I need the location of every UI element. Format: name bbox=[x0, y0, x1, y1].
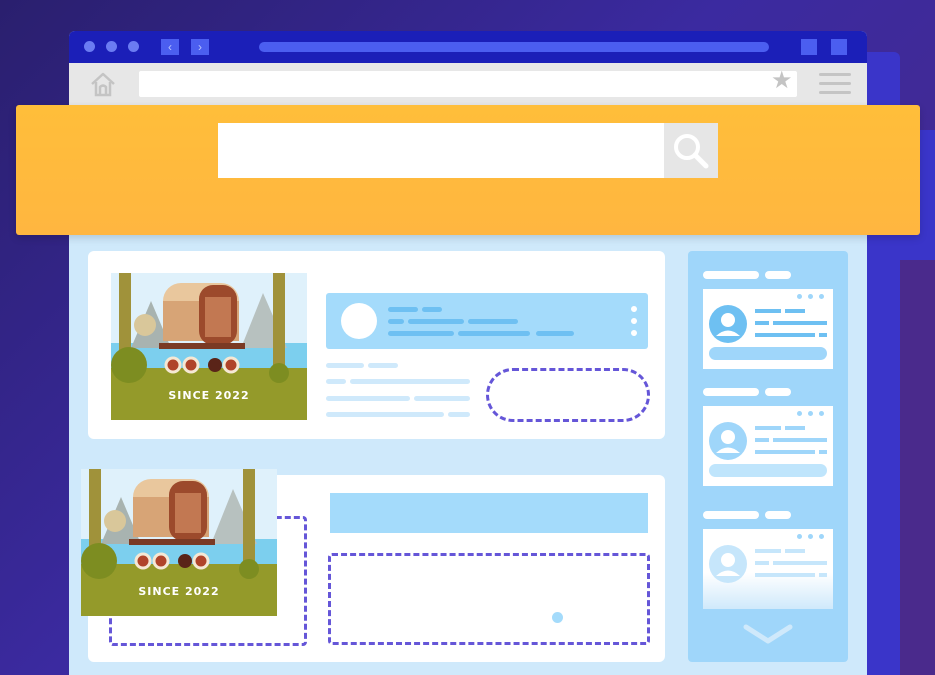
wagon-photo: SINCE 2022 bbox=[81, 469, 277, 616]
user-avatar-icon bbox=[709, 422, 747, 460]
url-field[interactable] bbox=[139, 71, 797, 97]
profile-bar bbox=[326, 293, 648, 349]
text-line bbox=[326, 412, 444, 417]
text-line bbox=[458, 331, 530, 336]
text-line bbox=[448, 412, 470, 417]
title-bar: ‹ › bbox=[69, 31, 867, 63]
address-bar: ★ bbox=[69, 63, 867, 105]
heading-bar bbox=[330, 493, 648, 533]
text-line bbox=[388, 307, 418, 312]
sidebar-heading bbox=[765, 511, 791, 519]
photo-caption: SINCE 2022 bbox=[168, 389, 250, 402]
user-card[interactable] bbox=[703, 406, 833, 486]
search-banner bbox=[16, 105, 920, 235]
tab-bar-pill bbox=[259, 42, 769, 52]
more-icon-dot bbox=[631, 330, 637, 336]
menu-icon[interactable] bbox=[819, 73, 851, 100]
wagon-photo: SINCE 2022 bbox=[111, 273, 307, 420]
text-line bbox=[408, 319, 464, 324]
window-dot-minimize[interactable] bbox=[106, 41, 117, 52]
sidebar bbox=[688, 251, 848, 662]
user-avatar-icon bbox=[709, 545, 747, 583]
home-icon[interactable] bbox=[89, 70, 117, 98]
search-input[interactable] bbox=[218, 123, 664, 178]
content-placeholder bbox=[328, 553, 650, 645]
user-card[interactable] bbox=[703, 529, 833, 609]
user-card[interactable] bbox=[703, 289, 833, 369]
text-line bbox=[536, 331, 574, 336]
window-dot-close[interactable] bbox=[84, 41, 95, 52]
placeholder-button[interactable] bbox=[486, 368, 650, 422]
indicator-dot bbox=[552, 612, 563, 623]
star-icon[interactable]: ★ bbox=[771, 69, 793, 93]
sidebar-heading bbox=[765, 271, 791, 279]
background-panel bbox=[900, 260, 935, 675]
avatar bbox=[341, 303, 377, 339]
text-line bbox=[422, 307, 442, 312]
text-line bbox=[368, 363, 398, 368]
window-dot-maximize[interactable] bbox=[128, 41, 139, 52]
text-line bbox=[326, 396, 410, 401]
photo-caption: SINCE 2022 bbox=[138, 585, 220, 598]
back-icon[interactable]: ‹ bbox=[161, 39, 179, 55]
more-icon-dot bbox=[631, 318, 637, 324]
sidebar-heading bbox=[703, 388, 759, 396]
text-line bbox=[468, 319, 518, 324]
forward-icon[interactable]: › bbox=[191, 39, 209, 55]
search-icon bbox=[674, 133, 709, 168]
sidebar-heading bbox=[703, 511, 759, 519]
window-button[interactable] bbox=[831, 39, 847, 55]
text-line bbox=[326, 379, 346, 384]
text-line bbox=[326, 363, 364, 368]
text-line bbox=[388, 319, 404, 324]
text-line bbox=[388, 331, 454, 336]
text-line bbox=[414, 396, 470, 401]
user-avatar-icon bbox=[709, 305, 747, 343]
sidebar-heading bbox=[703, 271, 759, 279]
search-button[interactable] bbox=[664, 123, 718, 178]
text-line bbox=[350, 379, 470, 384]
more-icon[interactable] bbox=[631, 306, 637, 312]
chevron-down-icon[interactable] bbox=[742, 621, 794, 647]
sidebar-heading bbox=[765, 388, 791, 396]
window-button[interactable] bbox=[801, 39, 817, 55]
